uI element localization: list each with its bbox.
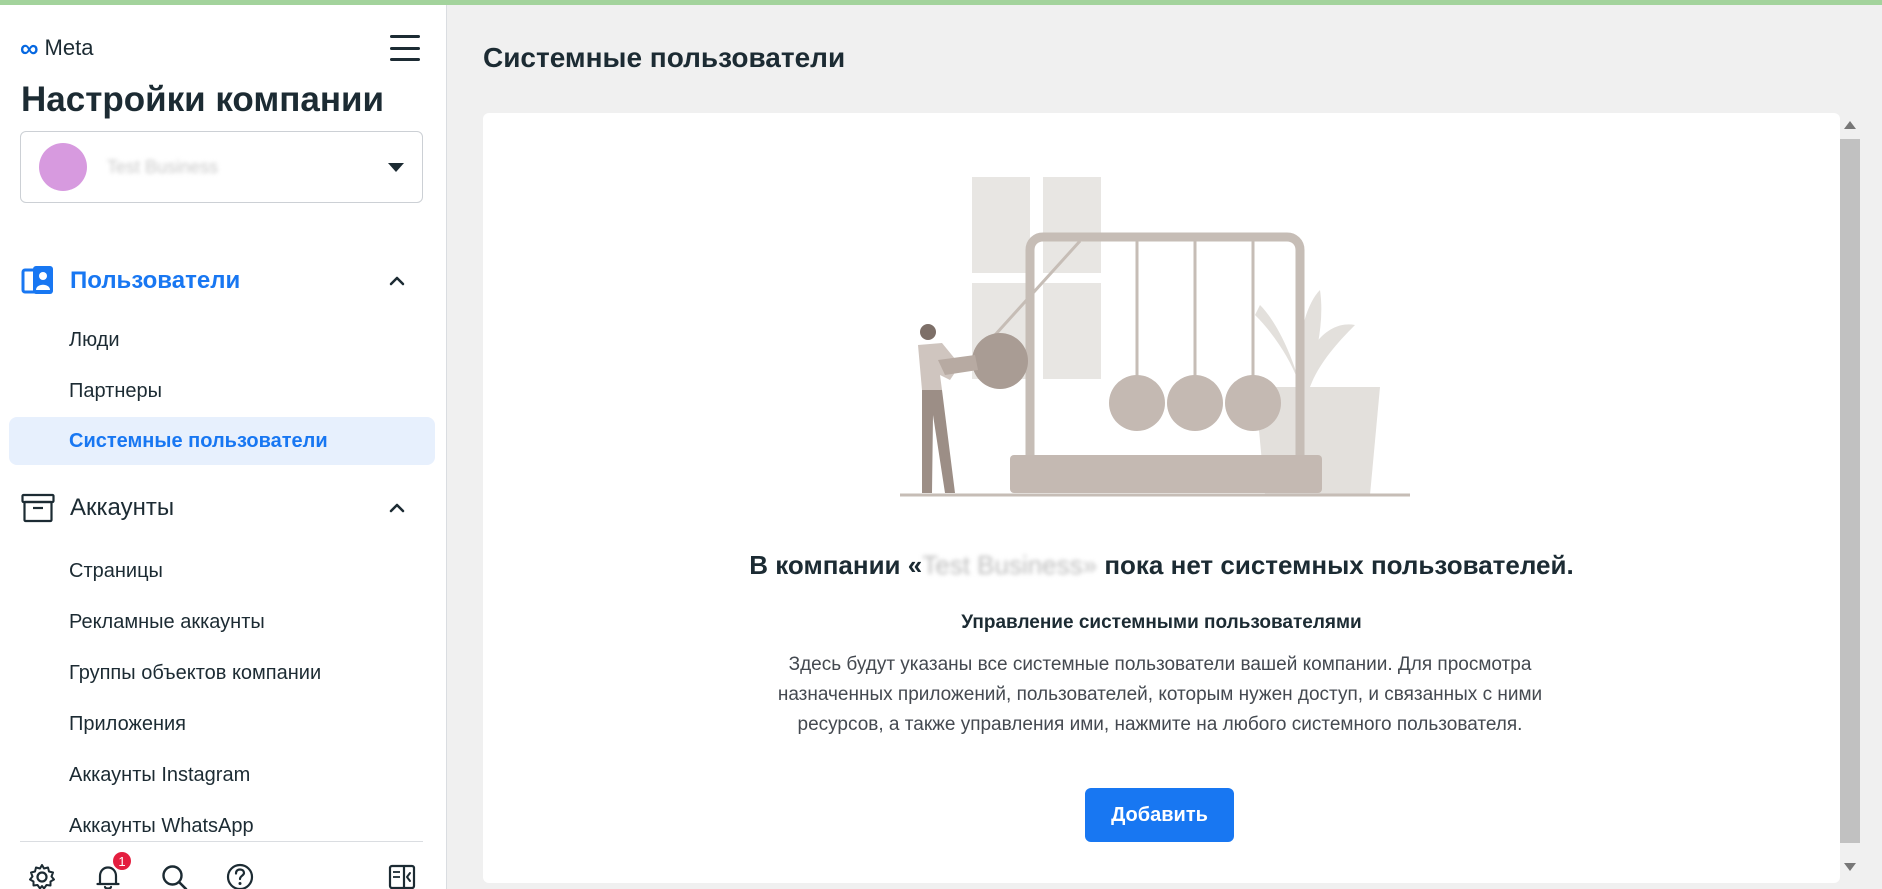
settings-icon[interactable] bbox=[25, 860, 59, 889]
empty-state-heading: В компании «Test Business» пока нет сист… bbox=[483, 550, 1840, 581]
sidebar-section-users[interactable]: Пользователи bbox=[20, 260, 425, 302]
help-icon[interactable] bbox=[223, 860, 257, 889]
sidebar-bottom-toolbar: 1 bbox=[20, 852, 423, 889]
empty-state-illustration bbox=[900, 175, 1420, 500]
main-title: Системные пользователи bbox=[483, 42, 846, 73]
sidebar-item-partners[interactable]: Партнеры bbox=[9, 367, 435, 415]
menu-icon[interactable] bbox=[390, 35, 420, 61]
meta-infinity-icon: ∞ bbox=[20, 33, 39, 63]
empty-state-subheading: Управление системными пользователями bbox=[961, 612, 1362, 633]
sidebar-section-accounts-label: Аккаунты bbox=[70, 494, 175, 521]
sidebar-item-ad-accounts[interactable]: Рекламные аккаунты bbox=[9, 598, 435, 646]
meta-logo[interactable]: ∞ Meta bbox=[20, 35, 93, 61]
archive-box-icon bbox=[20, 490, 56, 526]
sidebar-item-people[interactable]: Люди bbox=[9, 316, 435, 364]
scroll-up-arrow-icon[interactable] bbox=[1844, 121, 1856, 129]
empty-heading-company: Test Business» bbox=[922, 550, 1098, 580]
sidebar-item-apps[interactable]: Приложения bbox=[9, 700, 435, 748]
sidebar-item-whatsapp-accounts[interactable]: Аккаунты WhatsApp bbox=[9, 802, 435, 850]
business-avatar bbox=[39, 143, 87, 191]
sidebar-section-accounts[interactable]: Аккаунты bbox=[20, 487, 425, 529]
scroll-down-arrow-icon[interactable] bbox=[1844, 863, 1856, 871]
chevron-up-icon[interactable] bbox=[387, 271, 407, 291]
empty-heading-prefix: В компании « bbox=[749, 550, 923, 580]
business-selector[interactable]: Test Business bbox=[20, 131, 423, 203]
meta-logo-text: Meta bbox=[44, 35, 94, 60]
sidebar-section-users-label: Пользователи bbox=[70, 267, 241, 294]
empty-heading-suffix: пока нет системных пользователей. bbox=[1097, 550, 1574, 580]
scroll-thumb[interactable] bbox=[1840, 139, 1860, 843]
business-name: Test Business bbox=[107, 156, 219, 177]
notification-badge: 1 bbox=[113, 852, 131, 870]
sidebar-item-instagram-accounts[interactable]: Аккаунты Instagram bbox=[9, 751, 435, 799]
page-title: Настройки компании bbox=[21, 80, 385, 119]
add-button[interactable]: Добавить bbox=[1085, 788, 1234, 842]
empty-state-description: Здесь будут указаны все системные пользо… bbox=[777, 654, 1543, 735]
sidebar-item-system-users[interactable]: Системные пользователи bbox=[9, 417, 435, 465]
caret-down-icon bbox=[388, 162, 404, 172]
search-icon[interactable] bbox=[157, 860, 191, 889]
scrollbar[interactable] bbox=[1838, 113, 1862, 883]
collapse-panel-icon[interactable] bbox=[385, 860, 419, 889]
sidebar: ∞ Meta Настройки компании Test Business … bbox=[0, 5, 447, 889]
sidebar-divider bbox=[20, 841, 423, 842]
sidebar-item-pages[interactable]: Страницы bbox=[9, 547, 435, 595]
chevron-up-icon[interactable] bbox=[387, 498, 407, 518]
users-icon bbox=[20, 263, 56, 299]
sidebar-item-business-asset-groups[interactable]: Группы объектов компании bbox=[9, 649, 435, 697]
notifications-icon[interactable]: 1 bbox=[91, 852, 131, 889]
